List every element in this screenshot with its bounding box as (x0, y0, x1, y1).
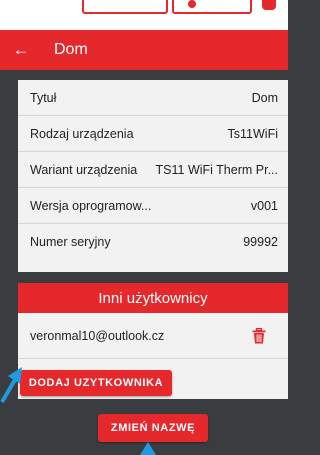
users-section-title: Inni użytkownicy (98, 289, 208, 307)
info-value: Ts11WiFi (227, 126, 278, 141)
top-right-icon[interactable] (262, 0, 276, 10)
top-button-left[interactable] (82, 0, 168, 14)
info-value: Dom (251, 90, 278, 105)
add-user-button[interactable]: DODAJ UZYTKOWNIKA (20, 370, 172, 396)
rename-button[interactable]: ZMIEŃ NAZWĘ (98, 414, 208, 442)
record-icon (188, 0, 196, 8)
app-bar: ← Dom (0, 30, 288, 70)
info-row-serial-number: Numer seryjny 99992 (18, 224, 288, 260)
pointer-arrow-icon (140, 442, 156, 455)
info-value: v001 (250, 198, 278, 213)
device-info-card: Tytuł Dom Rodzaj urządzenia Ts11WiFi War… (18, 80, 288, 272)
info-label: Tytuł (30, 90, 57, 105)
info-row-device-variant: Wariant urządzenia TS11 WiFi Therm Pr... (18, 152, 288, 188)
info-label: Wariant urządzenia (30, 162, 138, 177)
info-value: 99992 (243, 235, 278, 249)
info-row-title: Tytuł Dom (18, 80, 288, 116)
info-label: Numer seryjny (30, 235, 111, 249)
users-section-header: Inni użytkownicy (18, 283, 288, 313)
pointer-arrow-icon (0, 367, 22, 404)
top-toolbar-partial (0, 0, 288, 30)
info-row-device-type: Rodzaj urządzenia Ts11WiFi (18, 116, 288, 152)
trash-icon[interactable] (252, 327, 266, 344)
back-arrow-icon[interactable]: ← (4, 30, 38, 70)
page-title: Dom (54, 41, 88, 58)
info-value: TS11 WiFi Therm Pr... (155, 162, 278, 177)
user-list-item: veronmal10@outlook.cz (18, 313, 288, 359)
info-row-firmware-version: Wersja oprogramow... v001 (18, 188, 288, 224)
user-email: veronmal10@outlook.cz (30, 328, 165, 343)
info-label: Wersja oprogramow... (30, 198, 152, 213)
info-label: Rodzaj urządzenia (30, 126, 134, 141)
top-button-right[interactable] (172, 0, 252, 14)
